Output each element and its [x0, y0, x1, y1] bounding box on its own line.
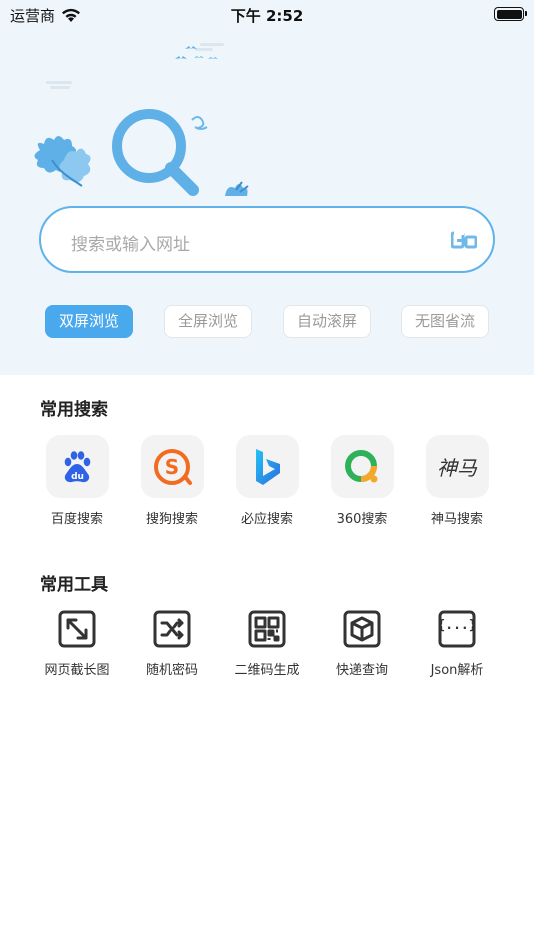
qrcode-icon: [247, 609, 287, 649]
tool-express-tracking[interactable]: 快递查询: [312, 609, 412, 678]
engine-baidu[interactable]: du 百度搜索: [27, 435, 127, 527]
engine-label: 神马搜索: [430, 512, 483, 527]
engine-label: 360搜索: [336, 512, 388, 527]
sogou-icon: S: [140, 435, 204, 498]
json-icon-text: {...}: [437, 618, 477, 633]
engine-bing[interactable]: 必应搜索: [217, 435, 317, 527]
json-braces-icon: {...}: [437, 609, 477, 649]
browse-mode-tabs: 双屏浏览 全屏浏览 自动滚屏 无图省流: [0, 305, 534, 338]
search-placeholder: 搜索或输入网址: [71, 235, 190, 255]
tool-json-parser[interactable]: {...} Json解析: [407, 609, 507, 678]
expand-icon: [57, 609, 97, 649]
engine-label: 百度搜索: [50, 512, 103, 527]
bing-icon: [235, 435, 299, 498]
tool-label: 网页截长图: [44, 663, 110, 678]
shenma-icon: 神马: [425, 435, 489, 498]
battery-icon: [494, 7, 527, 21]
engine-label: 搜狗搜索: [145, 512, 198, 527]
engines-grid: du 百度搜索 S 搜狗搜索 必应搜索 360搜索 神马 神马搜索: [0, 435, 534, 535]
tool-long-screenshot[interactable]: 网页截长图: [27, 609, 127, 678]
engines-section-title: 常用搜索: [40, 400, 108, 420]
tools-section-title: 常用工具: [40, 575, 108, 595]
status-bar: 运营商 下午 2:52: [0, 0, 534, 30]
mode-full-screen[interactable]: 全屏浏览: [164, 305, 252, 338]
go-icon[interactable]: [451, 230, 477, 250]
hero-section: 搜索或输入网址 双屏浏览 全屏浏览 自动滚屏 无图省流: [0, 0, 534, 375]
tool-label: 快递查询: [335, 663, 388, 678]
hero-illustration: [34, 43, 249, 196]
tools-grid: 网页截长图 随机密码 二维码生成 快递查询 {...} Json解析: [0, 609, 534, 689]
shuffle-icon: [152, 609, 192, 649]
svg-text:du: du: [71, 472, 84, 482]
search-input[interactable]: 搜索或输入网址: [39, 206, 495, 273]
360-icon: [330, 435, 394, 498]
engine-label: 必应搜索: [240, 512, 293, 527]
engine-360[interactable]: 360搜索: [312, 435, 412, 527]
tool-label: 二维码生成: [234, 663, 300, 678]
engine-sogou[interactable]: S 搜狗搜索: [122, 435, 222, 527]
tool-label: 随机密码: [145, 663, 198, 678]
svg-text:S: S: [165, 455, 179, 479]
baidu-icon: du: [45, 435, 109, 498]
mode-dual-screen[interactable]: 双屏浏览: [45, 305, 133, 338]
engine-shenma[interactable]: 神马 神马搜索: [407, 435, 507, 527]
tool-random-password[interactable]: 随机密码: [122, 609, 222, 678]
shenma-logo-text: 神马: [437, 456, 477, 480]
mode-auto-scroll[interactable]: 自动滚屏: [283, 305, 371, 338]
tool-qrcode[interactable]: 二维码生成: [217, 609, 317, 678]
tool-label: Json解析: [430, 663, 484, 678]
status-time: 下午 2:52: [230, 7, 304, 25]
mode-no-images[interactable]: 无图省流: [401, 305, 489, 338]
package-icon: [342, 609, 382, 649]
